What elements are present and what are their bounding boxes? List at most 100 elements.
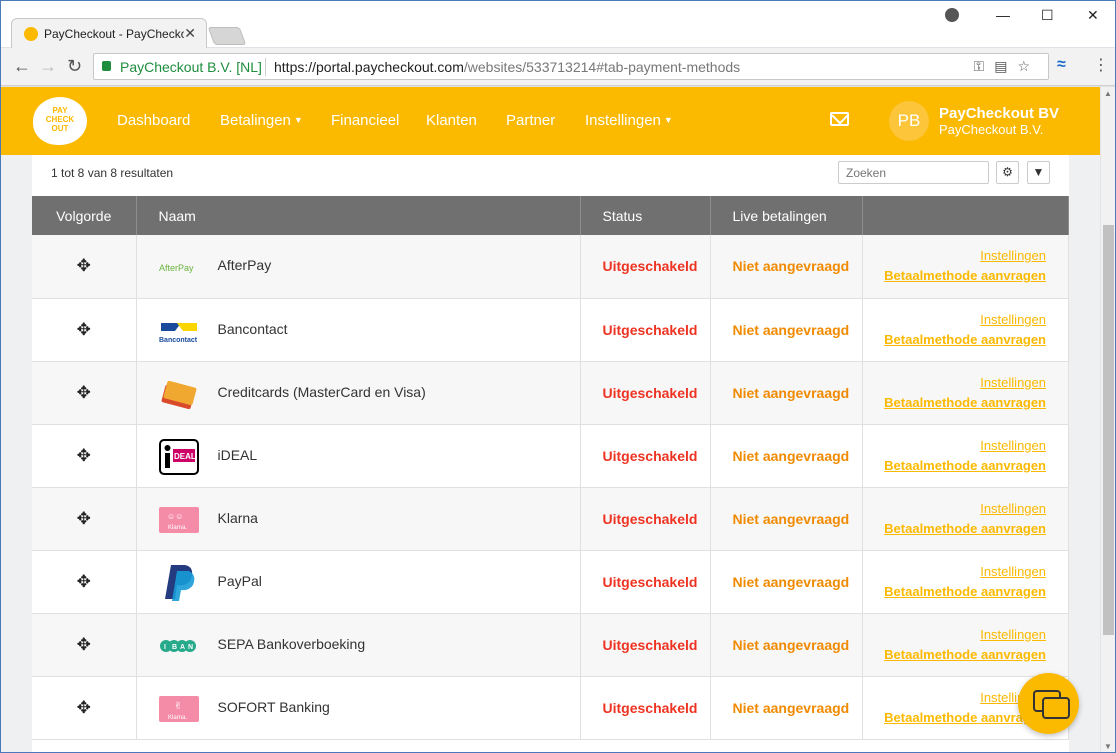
nav-betalingen[interactable]: Betalingen ▼ (220, 112, 303, 129)
request-method-link[interactable]: Betaalmethode aanvragen (863, 582, 1046, 602)
svg-text:✌: ✌ (174, 701, 182, 712)
actions-cell: Instellingen Betaalmethode aanvragen (862, 235, 1069, 299)
bookmark-star-icon[interactable]: ☆ (1017, 58, 1040, 74)
bancontact-logo-svg: Bancontact (159, 322, 197, 344)
minimize-button[interactable]: — (996, 7, 1010, 23)
maximize-button[interactable]: ☐ (1041, 7, 1054, 24)
drag-handle-icon[interactable]: ✥ (32, 298, 137, 362)
filter-icon[interactable]: ▼ (1027, 161, 1050, 184)
vertical-scrollbar[interactable]: ▲ ▼ (1100, 87, 1115, 752)
chat-bubble-icon[interactable] (1018, 673, 1079, 734)
new-tab-button[interactable] (207, 27, 247, 45)
drag-handle-icon[interactable]: ✥ (32, 424, 137, 488)
actions-cell: Instellingen Betaalmethode aanvragen (862, 550, 1069, 614)
table-row: ✥ ☺☺ Klarna. Klarna Uitgeschakeld Niet aa… (32, 487, 1069, 551)
request-method-link[interactable]: Betaalmethode aanvragen (863, 393, 1046, 413)
request-method-link[interactable]: Betaalmethode aanvragen (863, 456, 1046, 476)
table-row: ✥ PayPal Uitgeschakeld Niet aangevraagd … (32, 550, 1069, 614)
settings-link[interactable]: Instellingen (863, 436, 1046, 456)
nav-instellingen[interactable]: Instellingen ▼ (585, 112, 673, 129)
ideal-logo: DEAL (158, 438, 199, 475)
user-organization[interactable]: PayCheckout B.V. (939, 122, 1043, 137)
bancontact-logo: Bancontact (159, 313, 199, 349)
status-label: Uitgeschakeld (580, 298, 711, 362)
extension-icon[interactable]: ≈ (1057, 56, 1066, 74)
settings-link[interactable]: Instellingen (863, 246, 1046, 266)
request-method-link[interactable]: Betaalmethode aanvragen (863, 266, 1046, 286)
app-navbar: PAY CHECK OUT Dashboard Betalingen ▼ Fina… (1, 87, 1100, 155)
afterpay-logo: AfterPay (159, 249, 199, 285)
settings-link[interactable]: Instellingen (863, 373, 1046, 393)
forward-arrow-icon[interactable]: → (39, 56, 57, 77)
drag-handle-icon[interactable]: ✥ (32, 676, 137, 740)
nav-betalingen-label: Betalingen (220, 112, 291, 129)
sofort-klarna-logo-svg: ✌ Klarna. (158, 695, 199, 722)
status-label: Uitgeschakeld (580, 487, 711, 551)
column-header-naam[interactable]: Naam (136, 196, 581, 235)
scroll-down-arrow-icon[interactable]: ▼ (1104, 742, 1112, 751)
logo-text: PAY CHECK OUT (45, 106, 75, 133)
method-name-cell: ☺☺ Klarna. Klarna (136, 487, 581, 551)
caret-down-icon: ▼ (293, 115, 303, 125)
live-status-label: Niet aangevraagd (710, 424, 863, 488)
paypal-logo (159, 564, 199, 601)
column-header-volgorde[interactable]: Volgorde (32, 196, 137, 235)
method-name: SOFORT Banking (217, 698, 330, 715)
svg-text:N: N (188, 644, 193, 651)
klarna-logo: ☺☺ Klarna. (158, 502, 199, 538)
browser-tab[interactable]: PayCheckout - PayCheckout ✕ (11, 18, 207, 48)
scroll-up-arrow-icon[interactable]: ▲ (1104, 89, 1112, 98)
drag-handle-icon[interactable]: ✥ (32, 613, 137, 677)
close-window-button[interactable]: ✕ (1087, 7, 1099, 24)
drag-handle-icon[interactable]: ✥ (32, 487, 137, 551)
account-icon[interactable] (945, 8, 959, 22)
nav-partner[interactable]: Partner (506, 112, 555, 129)
table-row: ✥ Creditcards (MasterCard en Visa) Uitge… (32, 361, 1069, 425)
creditcards-logo (159, 376, 199, 412)
page-viewport: PAY CHECK OUT Dashboard Betalingen ▼ Fina… (1, 87, 1115, 752)
tab-strip: PayCheckout - PayCheckout ✕ — ☐ ✕ (1, 1, 1115, 48)
status-label: Uitgeschakeld (580, 676, 711, 740)
settings-link[interactable]: Instellingen (863, 499, 1046, 519)
klarna-logo-svg: ☺☺ Klarna. (158, 506, 199, 533)
gear-icon[interactable]: ⚙ (996, 161, 1019, 184)
key-icon[interactable]: ⚿ (974, 58, 995, 74)
secure-origin-label: PayCheckout B.V. [NL] (120, 59, 262, 75)
payment-methods-table: Volgorde Naam Status Live betalingen ✥ A… (32, 196, 1069, 740)
svg-text:DEAL: DEAL (174, 452, 196, 461)
method-name: Creditcards (MasterCard en Visa) (217, 383, 426, 400)
request-method-link[interactable]: Betaalmethode aanvragen (863, 519, 1046, 539)
settings-link[interactable]: Instellingen (863, 625, 1046, 645)
column-header-live-betalingen[interactable]: Live betalingen (710, 196, 863, 235)
paycheckout-logo[interactable]: PAY CHECK OUT (33, 97, 87, 145)
settings-link[interactable]: Instellingen (863, 562, 1046, 582)
nav-financieel[interactable]: Financieel (331, 112, 399, 129)
nav-dashboard[interactable]: Dashboard (117, 112, 190, 129)
browser-menu-icon[interactable]: ⋮ (1093, 55, 1109, 75)
method-name: SEPA Bankoverboeking (217, 635, 366, 652)
mail-icon[interactable] (830, 112, 849, 126)
drag-handle-icon[interactable]: ✥ (32, 550, 137, 614)
drag-handle-icon[interactable]: ✥ (32, 361, 137, 425)
request-method-link[interactable]: Betaalmethode aanvragen (863, 645, 1046, 665)
reload-icon[interactable]: ↻ (67, 56, 82, 77)
table-header-row: Volgorde Naam Status Live betalingen (32, 196, 1069, 235)
paypal-logo-svg (164, 564, 194, 601)
back-arrow-icon[interactable]: ← (13, 56, 31, 77)
drag-handle-icon[interactable]: ✥ (32, 235, 137, 299)
search-input[interactable] (838, 161, 989, 184)
column-header-status[interactable]: Status (580, 196, 711, 235)
request-method-link[interactable]: Betaalmethode aanvragen (863, 330, 1046, 350)
tab-close-icon[interactable]: ✕ (184, 25, 196, 42)
address-bar[interactable]: PayCheckout B.V. [NL] https://portal.pay… (93, 53, 1049, 80)
scrollbar-thumb[interactable] (1103, 225, 1114, 635)
translate-icon[interactable]: ▤ (994, 58, 1017, 74)
user-name[interactable]: PayCheckout BV (939, 105, 1059, 122)
method-name: iDEAL (217, 446, 258, 463)
table-row: ✥ AfterPay AfterPay Uitgeschakeld Niet a… (32, 235, 1069, 299)
settings-link[interactable]: Instellingen (863, 310, 1046, 330)
live-status-label: Niet aangevraagd (710, 487, 863, 551)
avatar[interactable]: PB (889, 101, 929, 141)
nav-klanten[interactable]: Klanten (426, 112, 477, 129)
url-text: https://portal.paycheckout.com/websites/… (274, 59, 740, 75)
